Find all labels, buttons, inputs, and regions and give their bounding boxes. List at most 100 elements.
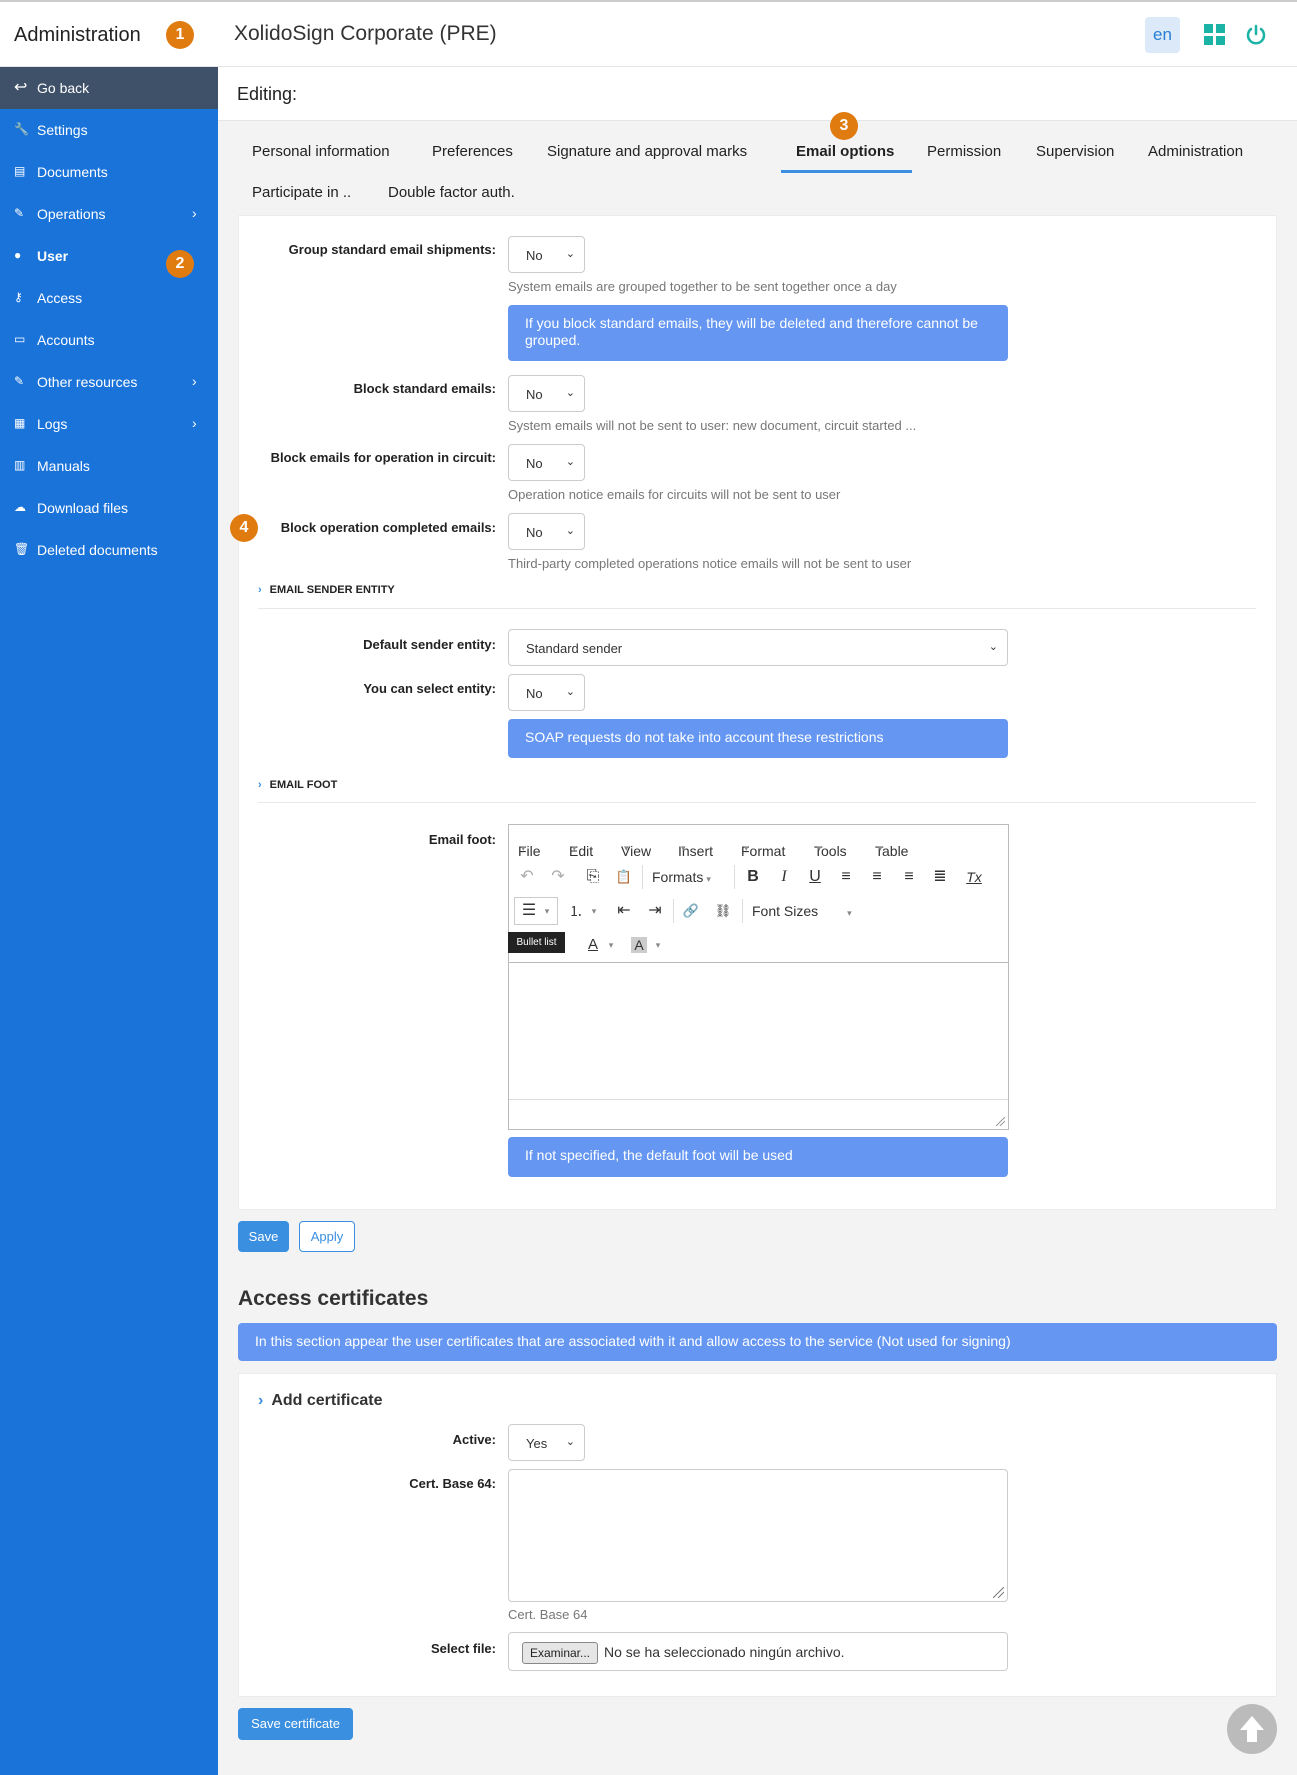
cert-base64-help: Cert. Base 64 (508, 1607, 588, 1622)
caret-down-icon: ▾ (878, 843, 883, 853)
tab-signature-and-approval-marks[interactable]: Signature and approval marks (547, 143, 747, 160)
unlink-icon[interactable]: ⛓ (712, 901, 734, 921)
undo-icon[interactable]: ↶ (516, 867, 538, 887)
sidebar-item-settings[interactable]: 🔧 Settings (0, 109, 218, 151)
group-standard-value: No (526, 248, 543, 263)
tab-email-options[interactable]: Email options (796, 143, 894, 160)
scroll-to-top-button[interactable] (1227, 1704, 1277, 1754)
caret-down-icon[interactable]: ▾ (589, 901, 599, 921)
default-sender-select[interactable]: Standard sender ⌄ (508, 629, 1008, 666)
cert-base64-label: Cert. Base 64: (409, 1476, 496, 1491)
caret-down-icon: ▾ (521, 843, 526, 853)
go-back-button[interactable]: ↩ Go back (0, 67, 218, 109)
log-icon: ▦ (14, 416, 26, 430)
cert-base64-textarea[interactable] (508, 1469, 1008, 1602)
outdent-icon[interactable]: ⇤ (613, 901, 635, 921)
sidebar-item-other-resources[interactable]: ✎ Other resources › (0, 361, 218, 403)
justify-icon[interactable]: ≣ (929, 867, 951, 887)
file-input[interactable]: Examinar... No se ha seleccionado ningún… (508, 1632, 1008, 1671)
tab-administration[interactable]: Administration (1148, 143, 1243, 160)
link-icon[interactable]: 🔗 (680, 901, 702, 921)
select-entity-label: You can select entity: (363, 681, 496, 696)
italic-icon[interactable]: I (773, 867, 795, 887)
paste-icon[interactable]: 📋 (613, 867, 635, 887)
add-certificate-toggle[interactable]: › Add certificate (258, 1392, 382, 1410)
align-right-icon[interactable]: ≡ (898, 867, 920, 887)
group-standard-help: System emails are grouped together to be… (508, 279, 897, 294)
tab-personal-information[interactable]: Personal information (252, 143, 390, 160)
save-certificate-button[interactable]: Save certificate (238, 1708, 353, 1740)
email-sender-section-toggle[interactable]: › EMAIL SENDER ENTITY (258, 584, 395, 596)
caret-down-icon[interactable]: ▾ (653, 935, 663, 955)
language-button[interactable]: en (1145, 17, 1180, 53)
caret-down-icon: ▾ (847, 908, 852, 918)
sidebar-item-label: Documents (37, 164, 108, 180)
chevron-right-icon: › (192, 373, 197, 389)
select-entity-value: No (526, 686, 543, 701)
toolbar-separator (742, 899, 743, 923)
copy-icon[interactable]: ⎘ (582, 867, 604, 887)
editor-content-area[interactable] (509, 962, 1008, 1100)
apply-button[interactable]: Apply (299, 1221, 355, 1252)
editing-header: Editing: (218, 67, 1297, 121)
active-label: Active: (452, 1432, 496, 1447)
numbered-list-icon[interactable]: ⒈ (565, 901, 587, 921)
clear-formatting-icon[interactable]: Tx (963, 867, 985, 887)
tab-supervision[interactable]: Supervision (1036, 143, 1114, 160)
sidebar-item-deleted-documents[interactable]: 🗑 Deleted documents (0, 529, 218, 571)
browse-button[interactable]: Examinar... (522, 1642, 598, 1664)
editor-toolbar-row-3: A ▾ A ▾ (509, 929, 1008, 961)
text-color-icon[interactable]: A (582, 935, 604, 955)
sidebar-item-documents[interactable]: ▤ Documents (0, 151, 218, 193)
divider (258, 608, 1256, 609)
caret-down-icon[interactable]: ▾ (606, 935, 616, 955)
document-icon: ▤ (14, 164, 26, 178)
tab-permission[interactable]: Permission (927, 143, 1001, 160)
align-left-icon[interactable]: ≡ (835, 867, 857, 887)
caret-down-icon[interactable]: ▾ (542, 901, 552, 921)
tab-preferences[interactable]: Preferences (432, 143, 513, 160)
underline-icon[interactable]: U (804, 867, 826, 887)
sidebar-item-download-files[interactable]: ☁ Download files (0, 487, 218, 529)
block-standard-label: Block standard emails: (353, 381, 496, 396)
block-info-alert: If you block standard emails, they will … (508, 305, 1008, 361)
indent-icon[interactable]: ⇥ (644, 901, 666, 921)
background-color-icon[interactable]: A (631, 937, 647, 953)
select-file-label: Select file: (430, 1641, 496, 1656)
tab-double-factor-auth[interactable]: Double factor auth. (388, 184, 515, 201)
redo-icon[interactable]: ↷ (547, 867, 569, 887)
toolbar-separator (673, 899, 674, 923)
chevron-down-icon: ⌄ (565, 456, 575, 468)
sidebar-item-operations[interactable]: ✎ Operations › (0, 193, 218, 235)
active-select[interactable]: Yes ⌄ (508, 1424, 585, 1461)
block-completed-select[interactable]: No ⌄ (508, 513, 585, 550)
align-center-icon[interactable]: ≡ (866, 867, 888, 887)
sidebar-item-logs[interactable]: ▦ Logs › (0, 403, 218, 445)
save-button[interactable]: Save (238, 1221, 289, 1252)
block-circuit-select[interactable]: No ⌄ (508, 444, 585, 481)
bold-icon[interactable]: B (742, 867, 764, 887)
power-icon[interactable] (1245, 24, 1267, 46)
sidebar-item-label: Deleted documents (37, 542, 158, 558)
app-title: XolidoSign Corporate (PRE) (234, 22, 497, 45)
sidebar-item-manuals[interactable]: ▥ Manuals (0, 445, 218, 487)
sidebar-item-accounts[interactable]: ▭ Accounts (0, 319, 218, 361)
formats-dropdown[interactable]: Formats ▾ (652, 869, 711, 885)
tab-participate-in[interactable]: Participate in .. (252, 184, 351, 201)
email-foot-section-toggle[interactable]: › EMAIL FOOT (258, 779, 337, 791)
font-sizes-dropdown[interactable]: Font Sizes ▾ (752, 903, 852, 919)
editing-label: Editing: (237, 84, 298, 104)
cloud-download-icon: ☁ (14, 500, 26, 514)
sidebar-item-access[interactable]: ⚷ Access (0, 277, 218, 319)
select-entity-select[interactable]: No ⌄ (508, 674, 585, 711)
chevron-down-icon: ⌄ (565, 525, 575, 537)
resize-handle-icon[interactable] (993, 1587, 1004, 1598)
default-sender-value: Standard sender (526, 641, 623, 656)
sidebar-item-label: Access (37, 290, 83, 306)
apps-grid-icon[interactable] (1204, 24, 1226, 46)
group-standard-select[interactable]: No ⌄ (508, 236, 585, 273)
block-standard-select[interactable]: No ⌄ (508, 375, 585, 412)
resize-handle-icon[interactable] (996, 1117, 1005, 1126)
block-standard-value: No (526, 387, 543, 402)
sidebar-item-label: Logs (37, 416, 68, 432)
